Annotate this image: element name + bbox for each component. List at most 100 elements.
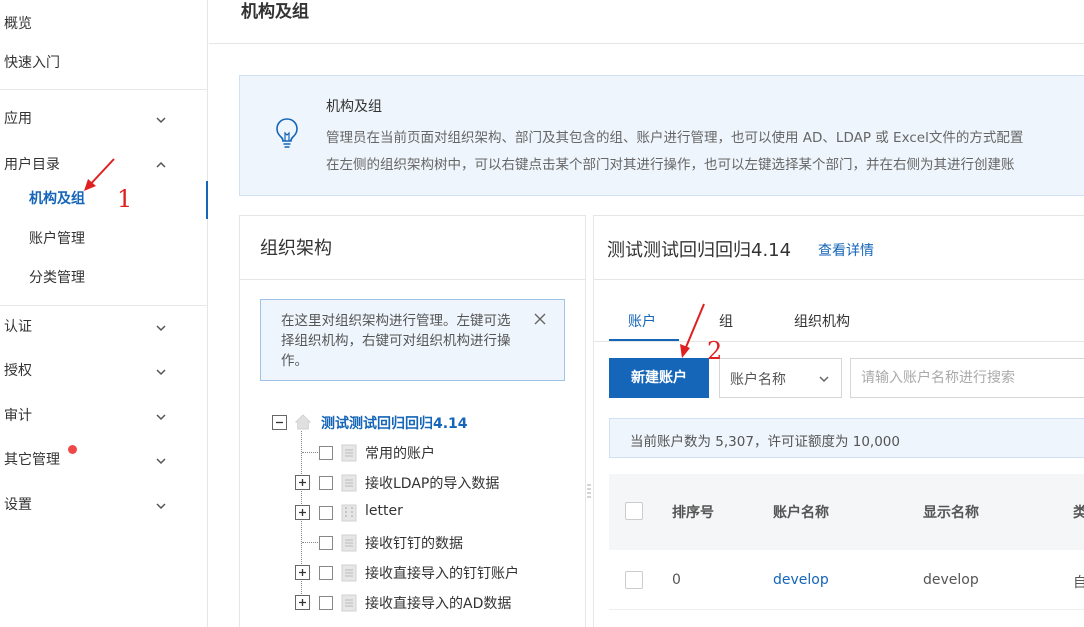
sidebar-item-org-groups[interactable]: 机构及组: [29, 187, 85, 211]
tree-checkbox[interactable]: [319, 476, 333, 490]
sidebar-item-auth[interactable]: 认证: [4, 315, 32, 339]
tab-accounts[interactable]: 账户: [628, 311, 656, 331]
tree-line: [302, 542, 318, 543]
tree-node-root[interactable]: 测试测试回归回归4.14: [272, 411, 572, 435]
chevron-down-icon[interactable]: [155, 114, 167, 126]
expand-icon[interactable]: [295, 595, 310, 610]
tree-node[interactable]: 接收钉钉的数据: [295, 531, 575, 555]
sidebar-divider: [0, 89, 208, 90]
detail-panel: 测试测试回归回归4.14 查看详情 账户 组 组织机构 新建账户 账户名称 当前…: [593, 215, 1084, 627]
cell-type: 自: [1073, 575, 1084, 591]
sidebar: 概览 快速入门 应用 用户目录 机构及组 账户管理 分类管理 认证 授权 审计 …: [0, 0, 208, 627]
tree-node-label[interactable]: 接收直接导入的AD数据: [365, 593, 511, 613]
tree-node[interactable]: letter: [295, 501, 575, 525]
table-row[interactable]: 0 develop develop 自: [609, 550, 1084, 610]
detail-title: 测试测试回归回归4.14: [607, 240, 792, 261]
cell-account-link[interactable]: develop: [773, 572, 829, 588]
sidebar-item-other-mgmt[interactable]: 其它管理: [4, 448, 60, 472]
table-header: 排序号 账户名称 显示名称 类: [609, 474, 1084, 550]
collapse-icon[interactable]: [272, 415, 287, 430]
expand-icon[interactable]: [295, 565, 310, 580]
info-title: 机构及组: [326, 99, 382, 115]
annotation-label: 1: [117, 185, 133, 213]
column-header-type[interactable]: 类: [1073, 502, 1084, 522]
account-count-text: 当前账户数为 5,307，许可证额度为 10,000: [630, 434, 900, 450]
active-indicator: [206, 181, 208, 219]
sidebar-item-authorization[interactable]: 授权: [4, 359, 32, 383]
tree-node[interactable]: 接收直接导入的AD数据: [295, 591, 575, 615]
cell-order: 0: [672, 572, 681, 588]
new-account-button[interactable]: 新建账户: [609, 358, 709, 398]
info-text: 管理员在当前页面对组织架构、部门及其包含的组、账户进行管理，也可以使用 AD、L…: [326, 130, 1024, 146]
tree-checkbox[interactable]: [319, 536, 333, 550]
column-header-account[interactable]: 账户名称: [773, 502, 829, 522]
account-count-bar: 当前账户数为 5,307，许可证额度为 10,000: [609, 418, 1084, 458]
sidebar-item-account-mgmt[interactable]: 账户管理: [29, 227, 85, 251]
home-icon: [295, 414, 311, 430]
tree-checkbox[interactable]: [319, 566, 333, 580]
page-title: 机构及组: [241, 2, 309, 22]
tree-node-label[interactable]: 接收钉钉的数据: [365, 533, 463, 553]
org-panel-title: 组织架构: [260, 238, 332, 259]
select-all-checkbox[interactable]: [625, 502, 643, 520]
cell-display: develop: [923, 572, 979, 588]
tree-checkbox[interactable]: [319, 446, 333, 460]
sidebar-divider: [0, 305, 208, 306]
tree-checkbox[interactable]: [319, 596, 333, 610]
info-banner: 机构及组 管理员在当前页面对组织架构、部门及其包含的组、账户进行管理，也可以使用…: [239, 75, 1084, 196]
column-header-order[interactable]: 排序号: [672, 502, 714, 522]
building-icon: [341, 504, 357, 522]
search-input[interactable]: [850, 358, 1084, 398]
notification-dot: [68, 445, 77, 454]
tree-line: [302, 452, 318, 453]
tree-node[interactable]: 接收直接导入的钉钉账户: [295, 561, 575, 585]
folder-list-icon: [341, 534, 357, 552]
tree-node[interactable]: 常用的账户: [295, 441, 575, 465]
sidebar-item-user-directory[interactable]: 用户目录: [4, 153, 60, 177]
chevron-down-icon[interactable]: [155, 411, 167, 423]
tab-org-units[interactable]: 组织机构: [794, 311, 850, 331]
annotation-arrow-icon: [84, 158, 115, 191]
sidebar-item-audit[interactable]: 审计: [4, 404, 32, 428]
sidebar-item-category-mgmt[interactable]: 分类管理: [29, 266, 85, 290]
view-details-link[interactable]: 查看详情: [818, 240, 874, 260]
divider: [594, 341, 1084, 342]
folder-list-icon: [341, 444, 357, 462]
tree-node-label[interactable]: 测试测试回归回归4.14: [321, 413, 468, 433]
sidebar-item-apps[interactable]: 应用: [4, 107, 32, 131]
folder-list-icon: [341, 474, 357, 492]
page-header: 机构及组: [209, 0, 1084, 44]
tree-node-label[interactable]: letter: [365, 503, 403, 519]
sidebar-item-quickstart[interactable]: 快速入门: [4, 51, 60, 75]
tab-groups[interactable]: 组: [719, 311, 733, 331]
chevron-down-icon[interactable]: [155, 455, 167, 467]
expand-icon[interactable]: [295, 475, 310, 490]
splitter-handle[interactable]: [587, 484, 591, 498]
divider: [240, 279, 585, 280]
sidebar-item-settings[interactable]: 设置: [4, 493, 32, 517]
tree-node[interactable]: 接收LDAP的导入数据: [295, 471, 575, 495]
chevron-up-icon[interactable]: [155, 159, 167, 171]
sidebar-item-overview[interactable]: 概览: [4, 12, 32, 36]
expand-icon[interactable]: [295, 505, 310, 520]
chevron-down-icon[interactable]: [155, 500, 167, 512]
tree-node-label[interactable]: 接收直接导入的钉钉账户: [365, 563, 519, 583]
tree-node-label[interactable]: 常用的账户: [365, 443, 435, 463]
chevron-down-icon[interactable]: [155, 366, 167, 378]
tree-checkbox[interactable]: [319, 506, 333, 520]
annotation-label: 2: [707, 337, 723, 365]
select-value: 账户名称: [730, 372, 786, 388]
column-header-display[interactable]: 显示名称: [923, 502, 979, 522]
close-icon[interactable]: [533, 312, 547, 326]
tree-node-label[interactable]: 接收LDAP的导入数据: [365, 473, 499, 493]
divider: [594, 279, 1084, 280]
row-checkbox[interactable]: [625, 571, 643, 589]
org-tip-text: 在这里对组织架构进行管理。左键可选择组织机构，右键可对组织机构进行操作。: [281, 313, 511, 369]
search-field-select[interactable]: 账户名称: [719, 358, 842, 398]
lightbulb-icon: [276, 118, 298, 148]
folder-list-icon: [341, 564, 357, 582]
chevron-down-icon[interactable]: [155, 322, 167, 334]
info-text: 在左侧的组织架构树中，可以右键点击某个部门对其进行操作，也可以左键选择某个部门，…: [326, 157, 1015, 173]
folder-list-icon: [341, 594, 357, 612]
org-tip-box: 在这里对组织架构进行管理。左键可选择组织机构，右键可对组织机构进行操作。: [260, 299, 565, 381]
